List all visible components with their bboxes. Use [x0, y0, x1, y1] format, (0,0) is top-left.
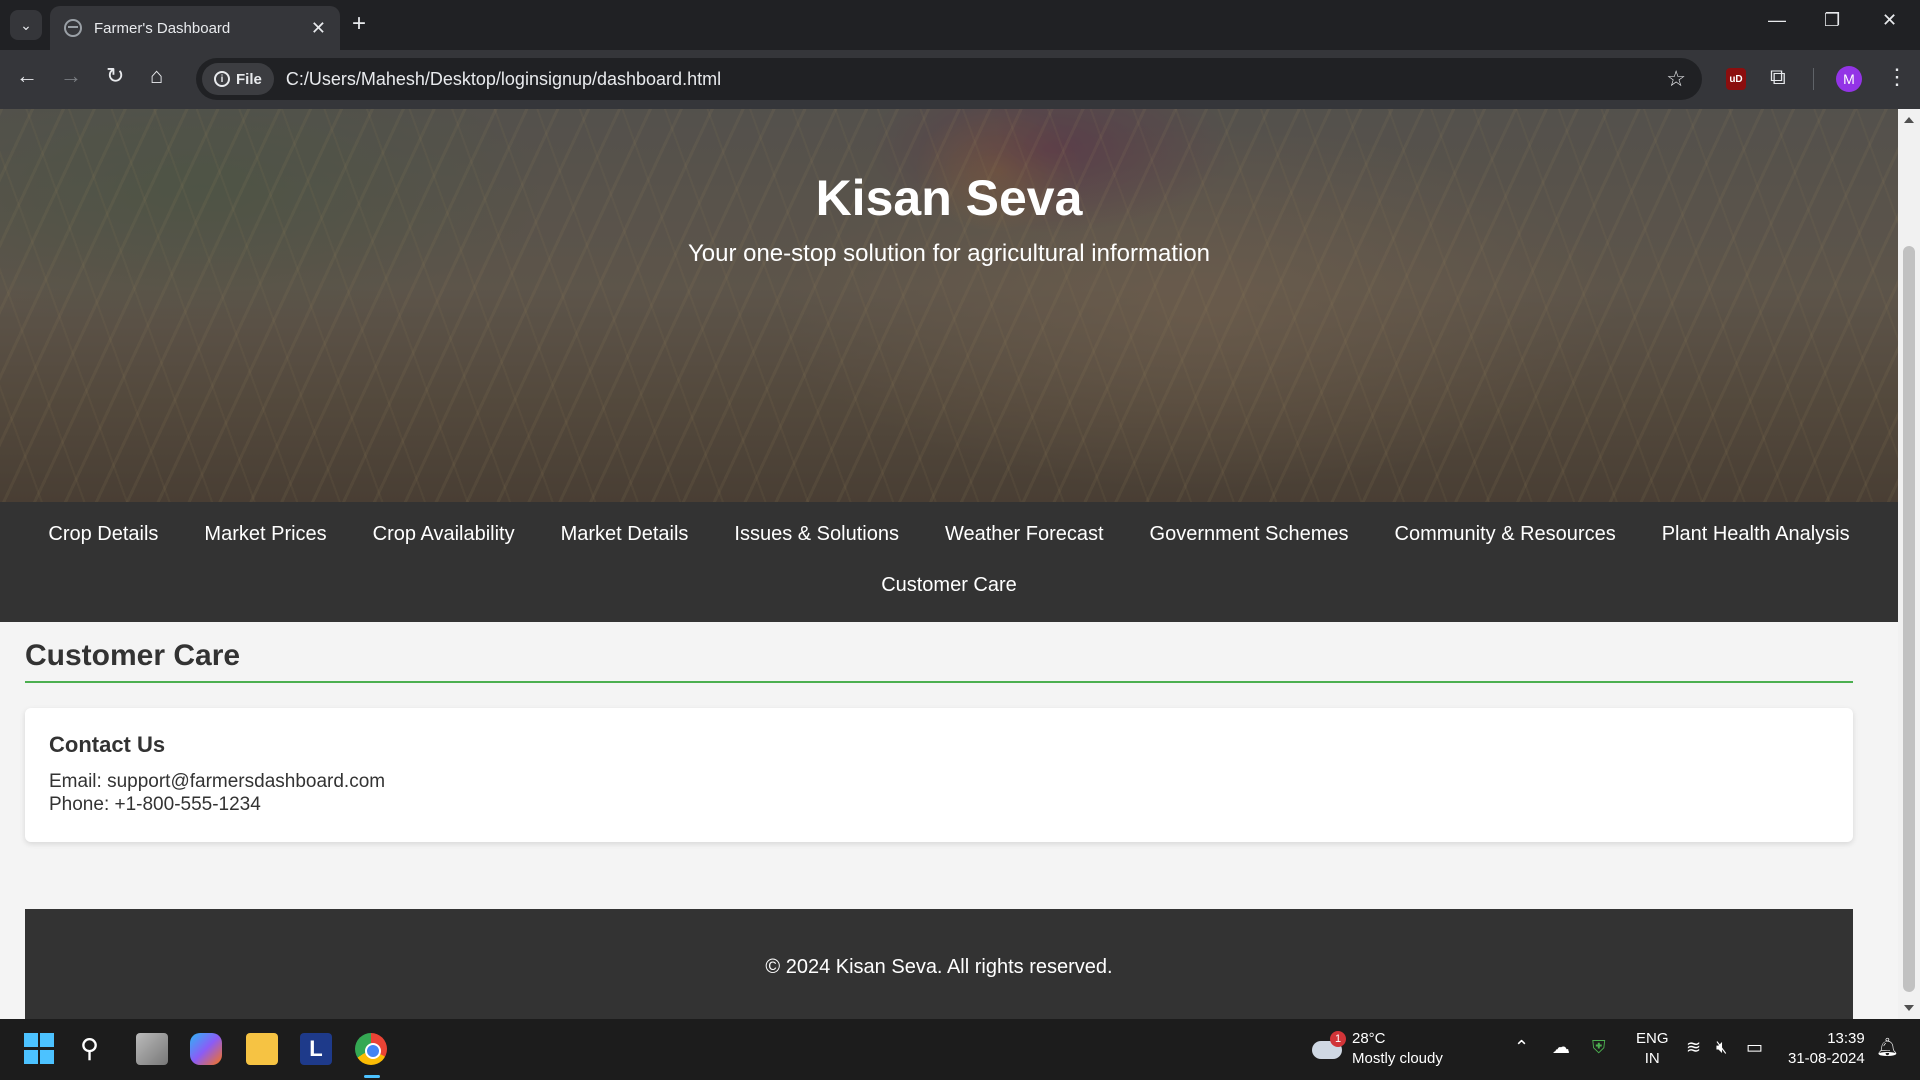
- search-icon[interactable]: ⚲: [80, 1033, 112, 1065]
- language-indicator[interactable]: ENG IN: [1636, 1029, 1669, 1069]
- nav-customer-care[interactable]: Customer Care: [858, 561, 1040, 609]
- tab-title: Farmer's Dashboard: [94, 19, 231, 37]
- contact-card: Contact Us Email: support@farmersdashboa…: [25, 708, 1853, 842]
- nav-community-resources[interactable]: Community & Resources: [1372, 510, 1639, 558]
- nav-plant-health-analysis[interactable]: Plant Health Analysis: [1639, 510, 1873, 558]
- reload-icon[interactable]: ↻: [106, 64, 124, 88]
- contact-heading: Contact Us: [49, 732, 166, 757]
- site-subtitle: Your one-stop solution for agricultural …: [687, 240, 1211, 267]
- security-shield-icon[interactable]: ⛨: [1592, 1037, 1606, 1058]
- tab-farmers-dashboard[interactable]: Farmer's Dashboard ✕: [50, 6, 340, 50]
- language-code: ENG: [1636, 1030, 1669, 1047]
- address-bar[interactable]: i File C:/Users/Mahesh/Desktop/loginsign…: [196, 58, 1702, 100]
- windows-taskbar: ⚲ L 1 28°C Mostly cloudy ⌃ ☁ ⛨ ENG IN ≋ …: [0, 1019, 1920, 1080]
- puzzle-icon[interactable]: ⧉: [1770, 64, 1786, 90]
- l-app-icon[interactable]: L: [300, 1033, 332, 1065]
- weather-condition: Mostly cloudy: [1352, 1050, 1443, 1067]
- clock-date: 31-08-2024: [1788, 1050, 1865, 1067]
- scrollbar-thumb[interactable]: [1903, 246, 1915, 992]
- weather-text[interactable]: 28°C Mostly cloudy: [1352, 1029, 1443, 1069]
- chrome-icon[interactable]: [355, 1033, 387, 1065]
- scroll-up-icon[interactable]: [1904, 117, 1914, 123]
- site-title: Kisan Seva: [815, 170, 1083, 226]
- volume-muted-icon[interactable]: 🔇︎: [1716, 1037, 1727, 1058]
- close-tab-icon[interactable]: ✕: [311, 18, 326, 39]
- restore-icon[interactable]: ❐: [1824, 10, 1840, 31]
- profile-initial: M: [1843, 71, 1855, 87]
- hero-banner: Kisan Seva Your one-stop solution for ag…: [0, 109, 1898, 507]
- system-clock[interactable]: 13:39 31-08-2024: [1788, 1029, 1865, 1069]
- nav-row-1: Crop Details Market Prices Crop Availabili…: [0, 510, 1898, 558]
- region-code: IN: [1644, 1050, 1660, 1067]
- chevron-down-icon: ⌄: [20, 16, 32, 33]
- chevron-up-icon[interactable]: ⌃: [1514, 1037, 1529, 1058]
- active-app-indicator: [364, 1075, 380, 1078]
- toolbar-divider: [1813, 68, 1814, 90]
- file-explorer-icon[interactable]: [246, 1033, 278, 1065]
- arrow-left-icon[interactable]: ←: [16, 64, 38, 88]
- task-view-icon[interactable]: [136, 1033, 168, 1065]
- url-text[interactable]: C:/Users/Mahesh/Desktop/loginsignup/dash…: [286, 69, 1666, 90]
- onedrive-cloud-icon[interactable]: ☁: [1552, 1037, 1570, 1058]
- nav-issues-solutions[interactable]: Issues & Solutions: [711, 510, 922, 558]
- minimize-icon[interactable]: —: [1768, 10, 1786, 31]
- site-info-chip[interactable]: i File: [202, 63, 274, 95]
- notification-bell-icon[interactable]: 🔔︎: [1876, 1037, 1899, 1058]
- tab-strip: ⌄ Farmer's Dashboard ✕ + — ❐ ✕: [0, 0, 1920, 50]
- scroll-down-icon[interactable]: [1904, 1005, 1914, 1011]
- ublock-label: uD: [1729, 73, 1743, 85]
- ublock-extension-icon[interactable]: uD: [1726, 68, 1746, 90]
- kebab-menu-icon[interactable]: ⋮: [1886, 64, 1908, 90]
- site-info-label: File: [236, 70, 262, 88]
- nav-row-2: Customer Care: [0, 561, 1898, 609]
- weather-temperature: 28°C: [1352, 1030, 1386, 1047]
- copilot-icon[interactable]: [190, 1033, 222, 1065]
- star-icon[interactable]: ☆: [1666, 66, 1686, 92]
- info-icon: i: [214, 71, 230, 87]
- globe-icon: [64, 19, 82, 37]
- new-tab-button[interactable]: +: [352, 12, 366, 36]
- page-viewport: Kisan Seva Your one-stop solution for ag…: [0, 109, 1898, 1019]
- arrow-right-icon[interactable]: →: [60, 64, 82, 88]
- battery-icon[interactable]: ▭: [1746, 1037, 1763, 1058]
- nav-market-details[interactable]: Market Details: [538, 510, 712, 558]
- profile-avatar[interactable]: M: [1836, 66, 1862, 92]
- page-footer: © 2024 Kisan Seva. All rights reserved.: [25, 909, 1853, 1019]
- windows-start-icon[interactable]: [24, 1033, 56, 1065]
- contact-phone: Phone: +1-800-555-1234: [49, 794, 261, 815]
- page-scrollbar[interactable]: [1898, 109, 1920, 1019]
- contact-email: Email: support@farmersdashboard.com: [49, 771, 386, 792]
- customer-care-section: Customer Care Contact Us Email: support@…: [25, 639, 1853, 842]
- section-title: Customer Care: [25, 639, 1853, 683]
- nav-crop-details[interactable]: Crop Details: [25, 510, 181, 558]
- browser-toolbar: ← → ↻ ⌂ i File C:/Users/Mahesh/Desktop/l…: [0, 50, 1920, 109]
- nav-market-prices[interactable]: Market Prices: [181, 510, 349, 558]
- browser-chrome: ⌄ Farmer's Dashboard ✕ + — ❐ ✕ ← → ↻ ⌂ i…: [0, 0, 1920, 109]
- nav-weather-forecast[interactable]: Weather Forecast: [922, 510, 1127, 558]
- home-icon[interactable]: ⌂: [150, 64, 163, 88]
- weather-badge: 1: [1330, 1031, 1346, 1047]
- nav-crop-availability[interactable]: Crop Availability: [350, 510, 538, 558]
- close-window-icon[interactable]: ✕: [1882, 10, 1897, 31]
- wifi-icon[interactable]: ≋: [1686, 1037, 1701, 1058]
- weather-widget[interactable]: 1: [1312, 1031, 1346, 1061]
- footer-copyright: © 2024 Kisan Seva. All rights reserved.: [765, 956, 1113, 978]
- nav-government-schemes[interactable]: Government Schemes: [1127, 510, 1372, 558]
- clock-time: 13:39: [1827, 1030, 1865, 1047]
- tab-search-button[interactable]: ⌄: [10, 10, 42, 40]
- main-nav: Crop Details Market Prices Crop Availabili…: [0, 502, 1898, 622]
- l-app-label: L: [309, 1036, 323, 1061]
